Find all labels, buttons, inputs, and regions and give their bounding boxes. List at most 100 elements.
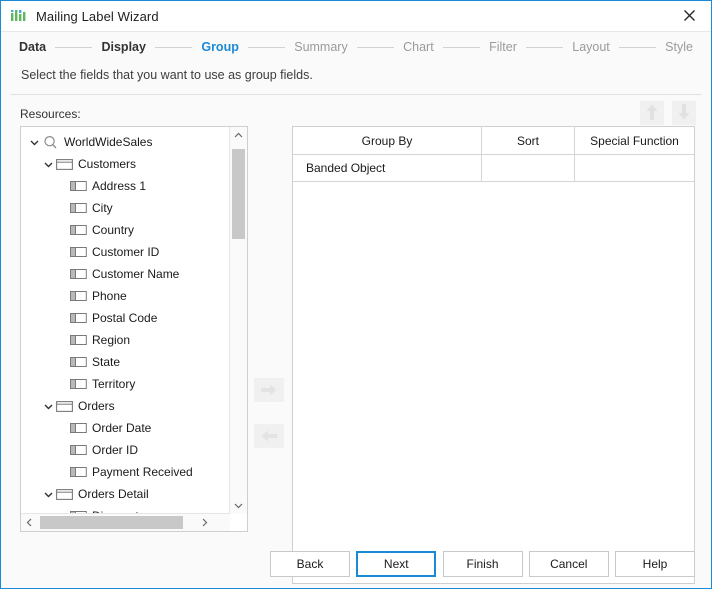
bar-chart-icon [10,8,27,25]
close-button[interactable] [667,1,711,30]
chevron-down-icon[interactable] [41,161,55,168]
tree-item[interactable]: Phone [21,285,230,307]
next-button[interactable]: Next [356,551,436,577]
table-row[interactable]: Banded Object [293,155,694,182]
step-connector [248,47,285,48]
field-icon [69,422,87,434]
mailing-label-wizard-window: Mailing Label Wizard Data Display Group Sum… [0,0,712,589]
field-icon [69,334,87,346]
resources-label: Resources: [20,107,81,121]
wizard-step-data[interactable]: Data [19,40,46,54]
tree-item-label: WorldWideSales [64,135,152,149]
chevron-right-icon[interactable] [196,514,213,530]
tree-item[interactable]: Region [21,329,230,351]
wizard-step-summary[interactable]: Summary [294,40,347,54]
tree-item[interactable]: Country [21,219,230,241]
tree-vertical-scrollbar[interactable] [229,127,247,514]
field-icon [69,224,87,236]
column-header-sort[interactable]: Sort [482,127,575,155]
chevron-down-icon[interactable] [41,403,55,410]
chevron-down-icon[interactable] [41,491,55,498]
help-button[interactable]: Help [615,551,695,577]
back-button[interactable]: Back [270,551,350,577]
field-icon [69,246,87,258]
step-connector [155,47,192,48]
tree-item[interactable]: Order ID [21,439,230,461]
sort-cell[interactable] [482,155,575,182]
tree-item-label: Region [92,333,130,347]
field-icon [69,312,87,324]
field-icon [69,466,87,478]
move-down-button[interactable] [672,101,696,125]
tree-item[interactable]: Customer ID [21,241,230,263]
arrow-right-icon [261,383,277,397]
tree-item-label: Orders Detail [78,487,149,501]
arrow-left-icon [261,429,277,443]
tree-item[interactable]: Customer Name [21,263,230,285]
tree-item[interactable]: Customers [21,153,230,175]
tree-item[interactable]: Order Date [21,417,230,439]
chevron-down-icon[interactable] [27,139,41,146]
tree-item-label: Postal Code [92,311,157,325]
column-header-special-function[interactable]: Special Function [575,127,695,155]
tree-vertical-scroll-thumb[interactable] [232,149,245,239]
chevron-up-icon[interactable] [230,127,247,144]
field-icon [69,378,87,390]
tree-item[interactable]: Postal Code [21,307,230,329]
tree-item-label: Country [92,223,134,237]
tree-item-label: Address 1 [92,179,146,193]
wizard-step-display[interactable]: Display [101,40,145,54]
wizard-body: Resources: WorldWideSales Customers Addres… [1,97,711,588]
tree-item[interactable]: Territory [21,373,230,395]
chevron-left-icon[interactable] [21,514,38,530]
group-grid-panel[interactable]: Group By Sort Special Function Banded Ob… [292,126,695,584]
tree-horizontal-scrollbar[interactable] [21,513,230,531]
field-icon [69,290,87,302]
resources-tree-viewport: WorldWideSales Customers Address 1 City Coun… [21,127,230,514]
wizard-step-style[interactable]: Style [665,40,693,54]
resources-tree-panel: WorldWideSales Customers Address 1 City Coun… [20,126,248,532]
wizard-step-chart[interactable]: Chart [403,40,434,54]
tree-item-label: Customer Name [92,267,179,281]
tree-item[interactable]: City [21,197,230,219]
group-by-cell[interactable]: Banded Object [293,155,482,182]
table-icon [55,400,73,413]
wizard-step-layout[interactable]: Layout [572,40,610,54]
step-connector [357,47,394,48]
transfer-buttons [254,378,284,470]
resources-tree[interactable]: WorldWideSales Customers Address 1 City Coun… [21,127,230,514]
window-title: Mailing Label Wizard [36,9,159,24]
tree-horizontal-scroll-thumb[interactable] [40,516,183,529]
cancel-button[interactable]: Cancel [529,551,609,577]
tree-item-label: Order ID [92,443,138,457]
column-header-group-by[interactable]: Group By [293,127,482,155]
finish-button[interactable]: Finish [443,551,523,577]
instruction-text: Select the fields that you want to use a… [1,62,711,88]
tree-item[interactable]: State [21,351,230,373]
tree-item[interactable]: Orders Detail [21,483,230,505]
tree-item[interactable]: WorldWideSales [21,131,230,153]
wizard-step-group[interactable]: Group [201,40,239,54]
tree-item-label: Customers [78,157,136,171]
tree-item[interactable]: Payment Received [21,461,230,483]
field-icon [69,268,87,280]
field-icon [69,180,87,192]
tree-item-label: Order Date [92,421,151,435]
move-up-button[interactable] [640,101,664,125]
field-icon [69,444,87,456]
divider [10,94,702,95]
tree-item-label: Orders [78,399,115,413]
field-icon [69,356,87,368]
remove-field-button[interactable] [254,424,284,448]
table-icon [55,158,73,171]
add-field-button[interactable] [254,378,284,402]
tree-item[interactable]: Address 1 [21,175,230,197]
wizard-step-filter[interactable]: Filter [489,40,517,54]
special-function-cell[interactable] [575,155,695,182]
tree-item-label: Phone [92,289,127,303]
tree-item[interactable]: Orders [21,395,230,417]
tree-item-label: State [92,355,120,369]
step-connector [443,47,480,48]
chevron-down-icon[interactable] [230,497,247,514]
reorder-buttons [640,101,696,125]
